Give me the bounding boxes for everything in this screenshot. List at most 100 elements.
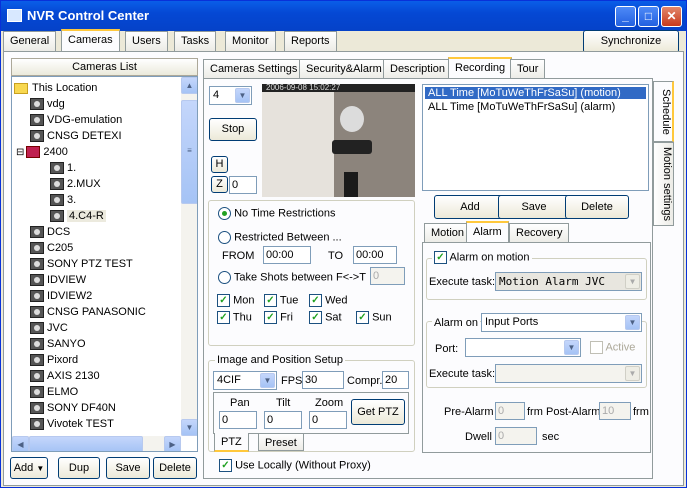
scroll-right-icon[interactable]: ▶ <box>164 436 181 451</box>
alarm-on-select[interactable]: Input Ports ▼ <box>481 313 642 332</box>
compr-input[interactable]: 20 <box>382 371 409 389</box>
from-input[interactable]: 00:00 <box>263 246 311 264</box>
restricted-between-option[interactable]: Restricted Between ... <box>218 231 342 244</box>
close-button[interactable]: ✕ <box>661 6 682 27</box>
tree-item-camera[interactable]: SONY DF40N <box>30 400 116 416</box>
execute-task2-select[interactable]: ▼ <box>495 364 642 383</box>
tab-users[interactable]: Users <box>125 31 168 51</box>
stop-button[interactable]: Stop <box>209 118 257 141</box>
no-time-restrictions-option[interactable]: No Time Restrictions <box>218 207 336 220</box>
dup-button[interactable]: Dup <box>58 457 100 479</box>
tree-item-camera[interactable]: 2.MUX <box>50 176 101 192</box>
checkbox-checked-icon[interactable]: ✓ <box>264 294 277 307</box>
tree-item-camera[interactable]: JVC <box>30 320 68 336</box>
checkbox-checked-icon[interactable]: ✓ <box>309 294 322 307</box>
tree-item-camera[interactable]: vdg <box>30 96 65 112</box>
maximize-button[interactable]: □ <box>638 6 659 27</box>
use-locally-option[interactable]: ✓ Use Locally (Without Proxy) <box>219 459 371 472</box>
tree-item-camera[interactable]: 1. <box>50 160 76 176</box>
tilt-input[interactable]: 0 <box>264 411 302 429</box>
day-wed[interactable]: ✓ Wed <box>309 294 347 307</box>
tree-item-location[interactable]: This Location <box>14 80 97 96</box>
to-input[interactable]: 00:00 <box>353 246 397 264</box>
day-tue[interactable]: ✓ Tue <box>264 294 298 307</box>
collapse-icon[interactable]: ⊟ <box>16 147 24 158</box>
radio[interactable] <box>218 231 231 244</box>
tab-security-alarm[interactable]: Security&Alarm <box>299 59 389 79</box>
checkbox-checked-icon[interactable]: ✓ <box>219 459 232 472</box>
tree-item-camera[interactable]: Pixord <box>30 352 78 368</box>
radio-selected[interactable] <box>218 207 231 220</box>
checkbox-checked-icon[interactable]: ✓ <box>356 311 369 324</box>
tab-general[interactable]: General <box>3 31 57 51</box>
cameras-tree[interactable]: This Location vdg VDG-emulation CNSG DET… <box>11 76 198 452</box>
pan-input[interactable]: 0 <box>219 411 257 429</box>
checkbox-checked-icon[interactable]: ✓ <box>264 311 277 324</box>
video-preview[interactable]: 2006-09-08 15:02:27 <box>262 84 415 197</box>
execute-task-select[interactable]: Motion Alarm JVC ▼ <box>495 272 642 291</box>
zoom-input[interactable]: 0 <box>309 411 347 429</box>
tree-hscrollbar[interactable]: ◀ ▶ <box>12 436 181 451</box>
scroll-thumb[interactable]: ≡ <box>181 100 197 204</box>
schedule-list[interactable]: ALL Time [MoTuWeThFrSaSu] (motion) ALL T… <box>422 84 649 191</box>
day-sun[interactable]: ✓ Sun <box>356 311 392 324</box>
schedule-delete-button[interactable]: Delete <box>565 195 629 219</box>
checkbox-checked-icon[interactable]: ✓ <box>309 311 322 324</box>
tab-tour[interactable]: Tour <box>510 59 546 79</box>
schedule-item-selected[interactable]: ALL Time [MoTuWeThFrSaSu] (motion) <box>425 87 646 99</box>
title-bar[interactable]: NVR Control Center _ □ ✕ <box>1 1 686 31</box>
tree-item-camera[interactable]: IDVIEW <box>30 272 86 288</box>
minimize-button[interactable]: _ <box>615 6 636 27</box>
add-button[interactable]: Add ▼ <box>10 457 48 479</box>
tab-reports[interactable]: Reports <box>284 31 337 51</box>
z-button[interactable]: Z <box>211 176 228 193</box>
tree-vscrollbar[interactable]: ▲ ≡ ▼ <box>181 77 197 436</box>
day-mon[interactable]: ✓ Mon <box>217 294 254 307</box>
delete-button[interactable]: Delete <box>153 457 197 479</box>
alarm-on-motion-option[interactable]: ✓ Alarm on motion <box>432 251 532 264</box>
tab-motion[interactable]: Motion <box>424 223 472 243</box>
tree-item-camera[interactable]: DCS <box>30 224 70 240</box>
tab-tasks[interactable]: Tasks <box>174 31 217 51</box>
tree-item-camera[interactable]: CNSG PANASONIC <box>30 304 146 320</box>
tree-item-camera[interactable]: 3. <box>50 192 76 208</box>
hscroll-thumb[interactable] <box>29 436 143 451</box>
tree-item-camera[interactable]: SANYO <box>30 336 86 352</box>
resolution-select[interactable]: 4CIF ▼ <box>213 371 277 390</box>
z-input[interactable]: 0 <box>229 176 257 194</box>
tree-item-camera[interactable]: C205 <box>30 240 73 256</box>
scroll-up-icon[interactable]: ▲ <box>181 77 197 94</box>
tree-item-camera[interactable]: IDVIEW2 <box>30 288 92 304</box>
tab-motion-settings[interactable]: Motion settings <box>653 142 674 226</box>
tab-ptz[interactable]: PTZ <box>214 433 249 452</box>
tab-description[interactable]: Description <box>383 59 453 79</box>
tree-item-camera[interactable]: SONY PTZ TEST <box>30 256 133 272</box>
schedule-add-button[interactable]: Add <box>434 195 506 219</box>
schedule-save-button[interactable]: Save <box>498 195 570 219</box>
checkbox-icon[interactable] <box>590 341 603 354</box>
tree-item-camera[interactable]: VDG-emulation <box>30 112 122 128</box>
save-button[interactable]: Save <box>106 457 150 479</box>
checkbox-checked-icon[interactable]: ✓ <box>217 294 230 307</box>
tree-item-camera-selected[interactable]: 4.C4-R <box>50 208 106 224</box>
active-option[interactable]: Active <box>590 341 635 354</box>
tree-item-camera[interactable]: CNSG DETEXI <box>30 128 122 144</box>
get-ptz-button[interactable]: Get PTZ <box>351 399 405 425</box>
tree-item-group[interactable]: ⊟ 2400 <box>16 144 68 160</box>
day-sat[interactable]: ✓ Sat <box>309 311 342 324</box>
fps-input[interactable]: 30 <box>302 371 344 389</box>
radio[interactable] <box>218 271 231 284</box>
tab-preset[interactable]: Preset <box>258 434 304 451</box>
tab-cameras-settings[interactable]: Cameras Settings <box>203 59 305 79</box>
tab-monitor[interactable]: Monitor <box>225 31 276 51</box>
dwell-input[interactable]: 0 <box>495 427 537 445</box>
tree-item-camera[interactable]: ELMO <box>30 384 78 400</box>
day-thu[interactable]: ✓ Thu <box>217 311 252 324</box>
checkbox-checked-icon[interactable]: ✓ <box>217 311 230 324</box>
h-button[interactable]: H <box>211 156 228 173</box>
post-alarm-input[interactable]: 10 <box>599 402 631 420</box>
checkbox-checked-icon[interactable]: ✓ <box>434 251 447 264</box>
scroll-down-icon[interactable]: ▼ <box>181 419 197 436</box>
pre-alarm-input[interactable]: 0 <box>495 402 525 420</box>
take-shots-option[interactable]: Take Shots between F<->T <box>218 271 366 284</box>
